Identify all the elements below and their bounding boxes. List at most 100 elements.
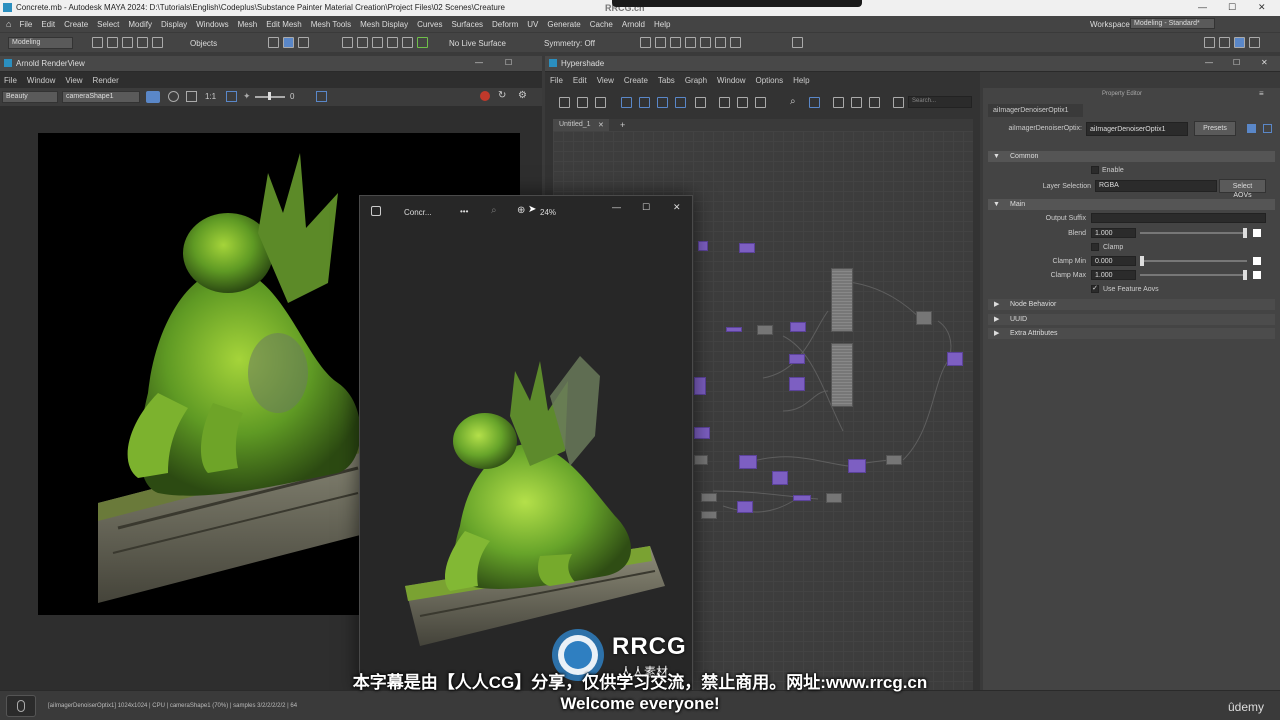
ipr-icon[interactable]	[670, 37, 681, 48]
enable-checkbox[interactable]	[1091, 166, 1099, 174]
menu-cache[interactable]: Cache	[590, 20, 613, 29]
minimize-icon[interactable]: —	[475, 58, 483, 67]
attribute-editor-icon[interactable]	[1219, 37, 1230, 48]
crop-icon[interactable]	[168, 91, 179, 102]
zoom-out-icon[interactable]: ⌕	[491, 205, 497, 216]
shader-node[interactable]	[848, 459, 866, 473]
view-connected-icon[interactable]	[737, 97, 748, 108]
rv-menu-render[interactable]: Render	[93, 76, 119, 85]
view-simple-icon[interactable]	[719, 97, 730, 108]
settings-icon[interactable]: ⚙	[518, 90, 527, 101]
menu-mesh-tools[interactable]: Mesh Tools	[311, 20, 351, 29]
utility-node[interactable]	[694, 455, 708, 465]
snap-grid-icon[interactable]	[342, 37, 353, 48]
fit-icon[interactable]	[226, 91, 237, 102]
swatch-icon[interactable]	[809, 97, 820, 108]
utility-node[interactable]	[826, 493, 842, 503]
snap-live-icon[interactable]	[417, 37, 428, 48]
rv-menu-window[interactable]: Window	[27, 76, 55, 85]
blend-slider-handle[interactable]	[1243, 228, 1247, 238]
aov-dropdown[interactable]: Beauty	[2, 91, 58, 103]
menu-uv[interactable]: UV	[527, 20, 538, 29]
menu-curves[interactable]: Curves	[417, 20, 442, 29]
frame-all-icon[interactable]	[621, 97, 632, 108]
menu-arnold[interactable]: Arnold	[622, 20, 645, 29]
save-scene-icon[interactable]	[122, 37, 133, 48]
clamp-max-field[interactable]: 1.000	[1091, 270, 1136, 280]
maximize-icon[interactable]: ☐	[1233, 58, 1240, 67]
graph-output-icon[interactable]	[595, 97, 606, 108]
utility-node[interactable]	[757, 325, 773, 335]
zoom-in-icon[interactable]: ⊕	[517, 205, 525, 216]
node-name-field[interactable]: aiImagerDenoiserOptix1	[1086, 122, 1188, 136]
rv-menu-view[interactable]: View	[65, 76, 82, 85]
hs-menu-create[interactable]: Create	[624, 76, 648, 85]
hs-menu-window[interactable]: Window	[717, 76, 745, 85]
frame-selected-icon[interactable]	[639, 97, 650, 108]
more-button[interactable]: •••	[460, 207, 468, 216]
close-icon[interactable]: ✕	[673, 202, 681, 213]
presets-button[interactable]: Presets	[1194, 121, 1236, 136]
live-surface-label[interactable]: No Live Surface	[449, 39, 506, 48]
menu-surfaces[interactable]: Surfaces	[451, 20, 483, 29]
shader-node[interactable]	[772, 471, 788, 485]
symmetry-label[interactable]: Symmetry: Off	[544, 39, 595, 48]
select-object-icon[interactable]	[283, 37, 294, 48]
hypershade-icon[interactable]	[700, 37, 711, 48]
clamp-max-slider[interactable]	[1140, 274, 1247, 276]
show-icon[interactable]	[1247, 124, 1256, 133]
hs-menu-view[interactable]: View	[597, 76, 614, 85]
map-button-icon[interactable]	[1253, 271, 1261, 279]
utility-node[interactable]	[701, 511, 717, 519]
channel-box-icon[interactable]	[1234, 37, 1245, 48]
undo-icon[interactable]	[137, 37, 148, 48]
blend-field[interactable]: 1.000	[1091, 228, 1136, 238]
menu-deform[interactable]: Deform	[492, 20, 518, 29]
menu-modify[interactable]: Modify	[128, 20, 152, 29]
render-frame-icon[interactable]	[640, 37, 651, 48]
render-seq-icon[interactable]	[655, 37, 666, 48]
shader-node[interactable]	[694, 377, 706, 395]
hide-icon[interactable]	[1263, 124, 1272, 133]
rv-menu-file[interactable]: File	[4, 76, 17, 85]
bookmark-icon[interactable]	[869, 97, 880, 108]
menu-help[interactable]: Help	[654, 20, 670, 29]
menu-display[interactable]: Display	[161, 20, 187, 29]
ratio-label[interactable]: 1:1	[205, 92, 216, 101]
color-picker-icon[interactable]	[316, 91, 327, 102]
graph-input-icon[interactable]	[559, 97, 570, 108]
layer-selection-field[interactable]: RGBA	[1095, 180, 1217, 192]
maximize-icon[interactable]: ☐	[505, 58, 512, 67]
clamp-min-slider[interactable]	[1140, 260, 1247, 262]
hs-menu-options[interactable]: Options	[756, 76, 784, 85]
shader-node[interactable]	[739, 455, 757, 469]
select-component-icon[interactable]	[298, 37, 309, 48]
clamp-max-slider-handle[interactable]	[1243, 270, 1247, 280]
clamp-min-slider-handle[interactable]	[1140, 256, 1144, 266]
menu-generate[interactable]: Generate	[547, 20, 580, 29]
minimize-icon[interactable]: —	[1198, 2, 1207, 12]
menu-windows[interactable]: Windows	[196, 20, 228, 29]
hs-menu-file[interactable]: File	[550, 76, 563, 85]
utility-node[interactable]	[701, 493, 717, 502]
maximize-icon[interactable]: ☐	[642, 202, 650, 213]
menu-create[interactable]: Create	[64, 20, 88, 29]
shader-node[interactable]	[726, 327, 742, 332]
clear-graph-icon[interactable]	[695, 97, 706, 108]
node-tab[interactable]: aiImagerDenoiserOptix1	[988, 104, 1083, 117]
workspace-dropdown[interactable]: Modeling - Standard*	[1130, 18, 1215, 29]
select-aovs-button[interactable]: Select AOVs	[1219, 179, 1266, 199]
snap-curve-icon[interactable]	[357, 37, 368, 48]
new-scene-icon[interactable]	[92, 37, 103, 48]
render-region-icon[interactable]	[146, 91, 160, 103]
snap-point-icon[interactable]	[372, 37, 383, 48]
home-icon[interactable]: ⌂	[6, 19, 11, 29]
minimize-icon[interactable]: —	[1205, 58, 1213, 67]
menu-mesh-display[interactable]: Mesh Display	[360, 20, 408, 29]
layered-node[interactable]	[831, 343, 853, 407]
modeling-toolkit-icon[interactable]	[1204, 37, 1215, 48]
shader-node[interactable]	[737, 501, 753, 513]
minimize-icon[interactable]: —	[612, 202, 621, 212]
snap-icon[interactable]	[851, 97, 862, 108]
shader-node[interactable]	[793, 495, 811, 501]
